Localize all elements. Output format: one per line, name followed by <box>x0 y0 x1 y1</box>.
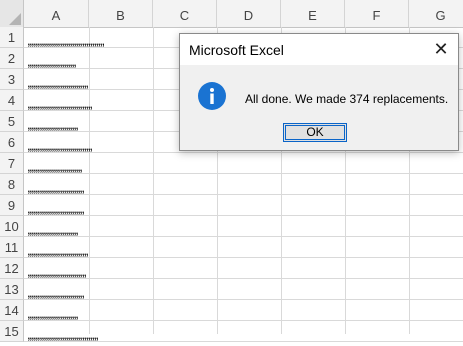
column-header-b[interactable]: B <box>89 0 153 27</box>
cell-a2[interactable]: ,,,,,,,,,,,,,,,,,,,,,,,, <box>27 52 77 73</box>
cell-a9[interactable]: ,,,,,,,,,,,,,,,,,,,,,,,,,,,, <box>27 199 85 220</box>
row-header-2[interactable]: 2 <box>0 48 24 69</box>
dialog-title: Microsoft Excel <box>189 42 284 58</box>
column-header-f[interactable]: F <box>345 0 409 27</box>
column-header-c[interactable]: C <box>153 0 217 27</box>
row-header-5[interactable]: 5 <box>0 111 24 132</box>
gridline <box>24 173 463 174</box>
cell-a12[interactable]: ,,,,,,,,,,,,,,,,,,,,,,,,,,,,, <box>27 262 87 283</box>
cell-a6[interactable]: ,,,,,,,,,,,,,,,,,,,,,,,,,,,,,,,, <box>27 136 93 157</box>
select-all-corner[interactable] <box>0 0 24 27</box>
dialog-titlebar[interactable]: Microsoft Excel ✕ <box>180 34 458 65</box>
row-header-7[interactable]: 7 <box>0 153 24 174</box>
row-header-4[interactable]: 4 <box>0 90 24 111</box>
ok-button[interactable]: OK <box>283 123 347 142</box>
gridline <box>24 215 463 216</box>
row-header-14[interactable]: 14 <box>0 300 24 321</box>
gridline <box>24 257 463 258</box>
cell-a1[interactable]: ,,,,,,,,,,,,,,,,,,,,,,,,,,,,,,,,,,,,,, <box>27 31 105 52</box>
gridline <box>24 278 463 279</box>
cell-a4[interactable]: ,,,,,,,,,,,,,,,,,,,,,,,,,,,,,,,, <box>27 94 93 115</box>
gridline <box>89 27 90 334</box>
message-dialog: Microsoft Excel ✕ All done. We made 374 … <box>179 33 459 151</box>
row-header-3[interactable]: 3 <box>0 69 24 90</box>
row-header-8[interactable]: 8 <box>0 174 24 195</box>
row-header-15[interactable]: 15 <box>0 321 24 342</box>
gridline <box>24 236 463 237</box>
info-icon <box>198 82 226 110</box>
column-header-g[interactable]: G <box>409 0 463 27</box>
cell-a8[interactable]: ,,,,,,,,,,,,,,,,,,,,,,,,,,,, <box>27 178 85 199</box>
row-header-1[interactable]: 1 <box>0 27 24 48</box>
gridline <box>24 194 463 195</box>
column-header-d[interactable]: D <box>217 0 281 27</box>
dialog-message: All done. We made 374 replacements. <box>245 92 449 106</box>
cell-a15[interactable]: ,,,,,,,,,,,,,,,,,,,,,,,,,,,,,,,,,,, <box>27 325 99 346</box>
row-header-11[interactable]: 11 <box>0 237 24 258</box>
cell-a10[interactable]: ,,,,,,,,,,,,,,,,,,,,,,,,, <box>27 220 79 241</box>
row-header-6[interactable]: 6 <box>0 132 24 153</box>
cell-a7[interactable]: ,,,,,,,,,,,,,,,,,,,,,,,,,,, <box>27 157 83 178</box>
cell-a11[interactable]: ,,,,,,,,,,,,,,,,,,,,,,,,,,,,,, <box>27 241 89 262</box>
cell-a13[interactable]: ,,,,,,,,,,,,,,,,,,,,,,,,,,,, <box>27 283 85 304</box>
column-header-a[interactable]: A <box>24 0 89 27</box>
gridline <box>24 299 463 300</box>
row-header-13[interactable]: 13 <box>0 279 24 300</box>
cell-a5[interactable]: ,,,,,,,,,,,,,,,,,,,,,,,,, <box>27 115 79 136</box>
close-icon[interactable]: ✕ <box>424 34 458 65</box>
cell-a14[interactable]: ,,,,,,,,,,,,,,,,,,,,,,,,, <box>27 304 79 325</box>
gridline <box>153 27 154 334</box>
gridline <box>24 320 463 321</box>
column-header-e[interactable]: E <box>281 0 345 27</box>
row-header-12[interactable]: 12 <box>0 258 24 279</box>
cell-a3[interactable]: ,,,,,,,,,,,,,,,,,,,,,,,,,,,,,, <box>27 73 89 94</box>
row-header-10[interactable]: 10 <box>0 216 24 237</box>
row-header-9[interactable]: 9 <box>0 195 24 216</box>
